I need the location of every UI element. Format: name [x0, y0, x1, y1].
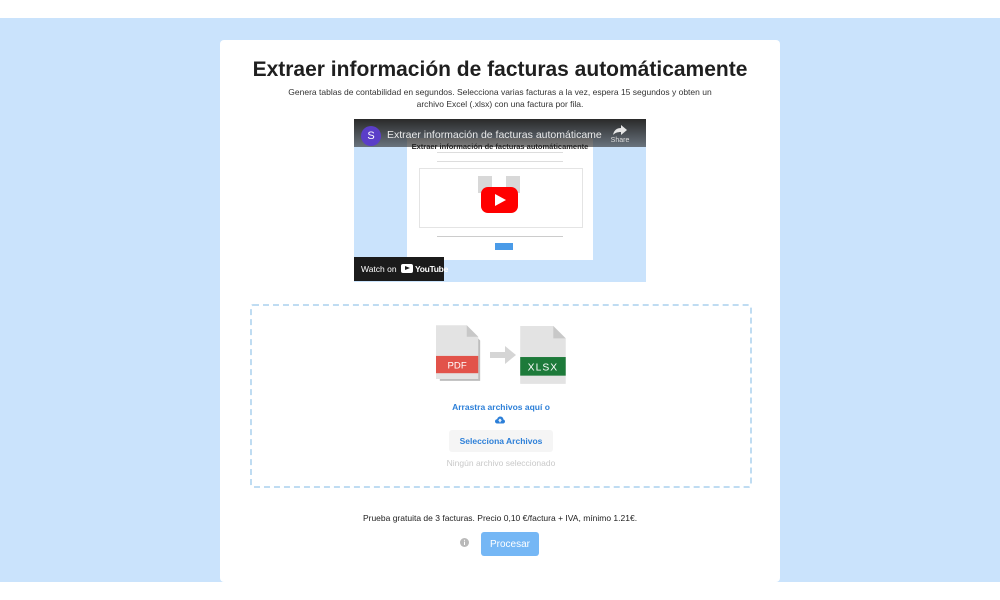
- share-button[interactable]: Share: [608, 125, 632, 144]
- video-thumbnail-button: [495, 243, 513, 250]
- video-thumbnail-subtitle-lines: [437, 152, 563, 162]
- watch-on-youtube-button[interactable]: Watch on YouTube: [354, 257, 448, 281]
- youtube-label: YouTube: [415, 264, 448, 274]
- arrow-right-icon: [490, 346, 516, 364]
- file-dropzone[interactable]: PDF XLSX Arrastra archivos aquí o Selecc…: [250, 304, 752, 488]
- video-thumbnail-footer-line: [437, 236, 563, 237]
- main-card: Extraer información de facturas automáti…: [220, 40, 780, 582]
- drag-files-text: Arrastra archivos aquí o: [452, 402, 550, 412]
- pricing-text: Prueba gratuita de 3 facturas. Precio 0,…: [362, 513, 638, 523]
- share-label: Share: [610, 137, 630, 144]
- play-icon[interactable]: [481, 187, 518, 213]
- pdf-file-icon: PDF: [436, 325, 481, 381]
- cloud-upload-icon: [495, 416, 505, 424]
- video-title[interactable]: Extraer información de facturas automáti…: [387, 129, 602, 141]
- channel-avatar[interactable]: S: [361, 126, 381, 146]
- page-title: Extraer información de facturas automáti…: [252, 58, 748, 81]
- page-subtitle: Genera tablas de contabilidad en segundo…: [288, 87, 712, 109]
- share-icon: [613, 125, 627, 135]
- youtube-logo-icon: [401, 264, 413, 273]
- process-button[interactable]: Procesar: [481, 532, 539, 556]
- watch-on-label: Watch on: [361, 264, 397, 274]
- xlsx-label: XLSX: [528, 362, 559, 373]
- select-files-button[interactable]: Selecciona Archivos: [449, 430, 553, 452]
- youtube-video-embed[interactable]: Extraer información de facturas automáti…: [354, 119, 646, 282]
- no-file-selected-text: Ningún archivo seleccionado: [446, 458, 556, 468]
- info-icon[interactable]: [460, 538, 469, 547]
- video-top-bar: S Extraer información de facturas automá…: [354, 119, 646, 147]
- xlsx-file-icon: XLSX: [520, 326, 566, 384]
- pdf-label: PDF: [448, 360, 467, 371]
